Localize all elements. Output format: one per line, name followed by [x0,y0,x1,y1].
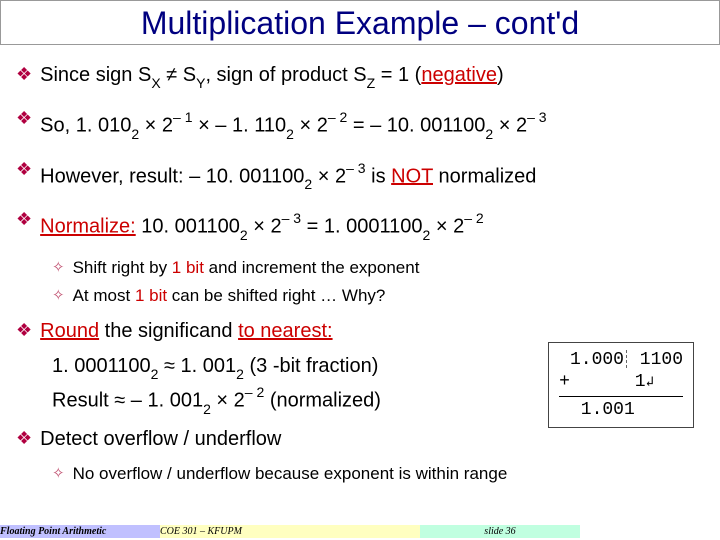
footer-right: slide 36 [420,525,580,538]
footer-left: Floating Point Arithmetic [0,525,160,538]
diamond-icon: ❖ [16,156,32,182]
diamond-icon: ❖ [16,317,32,343]
diamond-icon: ❖ [16,61,32,87]
footer-mid: COE 301 – KFUPM [160,525,420,538]
bullet-product: ❖ So, 1. 0102 × 2– 1 × – 1. 1102 × 2– 2 … [16,105,704,146]
sub-shift: ✧ Shift right by 1 bit and increment the… [52,257,704,279]
bullet-overflow: ❖ Detect overflow / underflow [16,425,704,453]
diamond-outline-icon: ✧ [52,463,65,485]
diamond-icon: ❖ [16,425,32,451]
bullet-result: ❖ However, result: – 10. 0011002 × 2– 3 … [16,156,704,197]
footer: Floating Point Arithmetic COE 301 – KFUP… [0,525,720,538]
slide-title: Multiplication Example – cont'd [1,1,719,44]
bullet-round: ❖ Round the significand to nearest: [16,317,704,345]
rounding-box: 1.000 1100 + 1↲ 1.001 [548,342,694,428]
sub-atmost: ✧ At most 1 bit can be shifted right … W… [52,285,704,307]
bullet-normalize: ❖ Normalize: 10. 0011002 × 2– 3 = 1. 000… [16,206,704,247]
diamond-icon: ❖ [16,105,32,131]
bullet-sign: ❖ Since sign SX ≠ SY, sign of product SZ… [16,61,704,95]
sub-no-overflow: ✧ No overflow / underflow because expone… [52,463,704,485]
diamond-icon: ❖ [16,206,32,232]
diamond-outline-icon: ✧ [52,285,65,307]
diamond-outline-icon: ✧ [52,257,65,279]
